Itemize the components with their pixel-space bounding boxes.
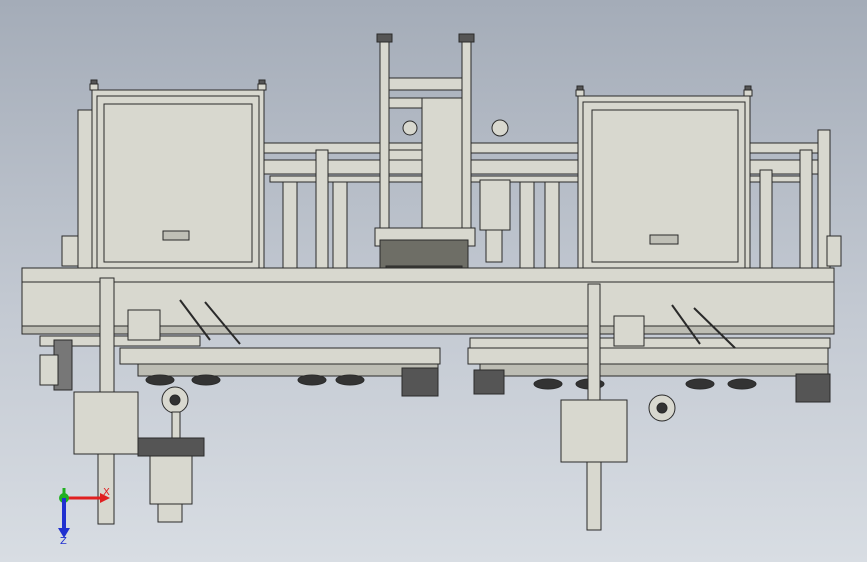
z-axis-label: Z	[60, 536, 67, 547]
x-axis-label: X	[103, 487, 110, 498]
left-cabinet[interactable]	[89, 79, 267, 277]
right-cabinet[interactable]	[575, 85, 753, 277]
cad-viewport[interactable]: X Z	[0, 0, 867, 562]
lower-track	[39, 339, 831, 403]
machine-model-view[interactable]: X Z	[0, 0, 867, 562]
